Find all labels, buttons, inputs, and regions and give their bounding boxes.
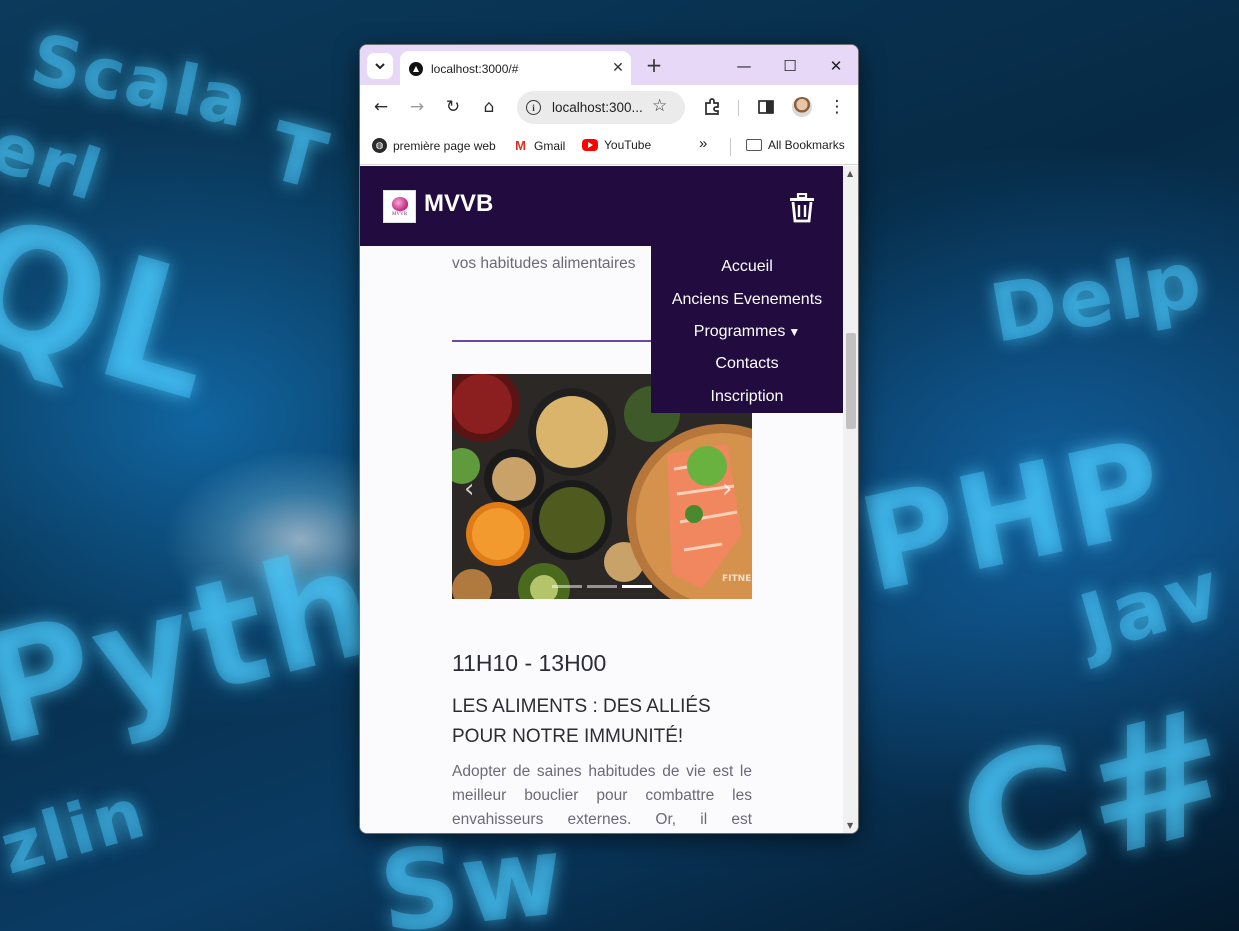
nav-dropdown: Accueil Anciens Evenements Programmes ▼ …	[651, 246, 843, 413]
youtube-icon	[582, 139, 598, 151]
side-panel-icon	[758, 100, 774, 114]
tab-title: localhost:3000/#	[431, 62, 519, 76]
bookmarks-separator	[730, 138, 731, 156]
wallpaper-word: C#	[940, 670, 1239, 928]
wallpaper-word: zlin	[0, 771, 156, 891]
tab-strip: localhost:3000/# ✕ + — ☐ ✕	[360, 45, 858, 85]
folder-icon	[746, 139, 762, 151]
logo-icon	[391, 196, 408, 211]
site-header: MVVB MVVB	[360, 166, 843, 246]
tab-close-icon[interactable]: ✕	[609, 59, 627, 77]
address-url[interactable]: localhost:300...	[552, 100, 643, 115]
home-button[interactable]: ⌂	[476, 94, 502, 120]
page-viewport: vos habitudes alimentaires ‹ › FITNE 11H…	[360, 166, 843, 833]
globe-icon: ◍	[372, 138, 387, 153]
carousel-indicator-1[interactable]	[552, 585, 582, 588]
reload-button[interactable]: ↻	[440, 94, 466, 120]
browser-menu-button[interactable]: ⋮	[824, 94, 850, 120]
wallpaper-word: Pyth	[0, 514, 393, 780]
event-description: Adopter de saines habitudes de vie est l…	[452, 763, 752, 828]
minimize-button[interactable]: —	[722, 51, 766, 81]
maximize-button[interactable]: ☐	[768, 51, 812, 81]
event-title: LES ALIMENTS : DES ALLIÉS POUR NOTRE IMM…	[452, 696, 711, 747]
bookmark-label: première page web	[393, 138, 496, 153]
close-window-button[interactable]: ✕	[814, 51, 858, 81]
toolbar-separator	[738, 100, 739, 116]
all-bookmarks-label: All Bookmarks	[768, 138, 845, 152]
nav-item-contacts[interactable]: Contacts	[715, 348, 778, 380]
bookmark-label: YouTube	[604, 138, 652, 152]
nav-item-inscription[interactable]: Inscription	[711, 381, 784, 413]
bookmarks-bar: ◍ première page web M Gmail YouTube » Al…	[360, 129, 858, 165]
chevron-down-icon	[375, 62, 385, 69]
nav-item-label: Programmes	[693, 323, 786, 341]
side-panel-button[interactable]	[753, 94, 779, 120]
bookmark-premiere-page[interactable]: ◍ première page web	[372, 138, 496, 153]
site-logo[interactable]: MVVB	[383, 190, 416, 223]
wallpaper-word: QL	[0, 178, 240, 440]
nav-item-programmes[interactable]: Programmes ▼	[694, 316, 800, 348]
trash-icon	[790, 192, 814, 223]
tab-search-button[interactable]	[367, 53, 393, 79]
bookmarks-overflow-button[interactable]: »	[699, 135, 707, 152]
logo-text: MVVB	[391, 211, 407, 217]
bookmark-star-icon[interactable]: ☆	[652, 96, 667, 116]
nav-item-anciens-evenements[interactable]: Anciens Evenements	[672, 283, 822, 315]
menu-toggle-button[interactable]	[788, 192, 816, 223]
wallpaper-word: Delp	[983, 232, 1210, 361]
favicon-icon	[409, 62, 423, 76]
nav-item-accueil[interactable]: Accueil	[721, 251, 773, 283]
back-button[interactable]: ←	[368, 94, 394, 120]
intro-text: vos habitudes alimentaires	[452, 255, 636, 272]
wallpaper-word: T	[258, 104, 338, 209]
carousel-prev-button[interactable]: ‹	[464, 474, 474, 504]
scrollbar-thumb[interactable]	[846, 333, 856, 429]
puzzle-icon	[705, 98, 719, 115]
scroll-down-icon[interactable]: ▼	[847, 821, 853, 830]
carousel-next-button[interactable]: ›	[722, 474, 732, 504]
profile-avatar[interactable]	[792, 97, 812, 117]
carousel-indicator-3[interactable]	[622, 585, 652, 588]
browser-window: localhost:3000/# ✕ + — ☐ ✕ ← → ↻ ⌂ i loc…	[359, 44, 859, 834]
site-info-icon[interactable]: i	[526, 100, 541, 115]
bookmark-gmail[interactable]: M Gmail	[513, 138, 565, 153]
event-time: 11H10 - 13H00	[452, 650, 607, 676]
extensions-button[interactable]	[699, 94, 725, 120]
all-bookmarks-button[interactable]: All Bookmarks	[746, 138, 845, 152]
image-watermark: FITNESS	[722, 574, 752, 584]
page-scrollbar[interactable]: ▲ ▼	[843, 166, 858, 833]
address-bar[interactable]: i localhost:300... ☆	[517, 91, 685, 124]
bookmark-youtube[interactable]: YouTube	[582, 138, 651, 152]
new-tab-button[interactable]: +	[642, 53, 666, 77]
gmail-icon: M	[515, 138, 526, 153]
caret-down-icon: ▼	[788, 325, 801, 340]
brand-name[interactable]: MVVB	[424, 190, 493, 218]
browser-toolbar: ← → ↻ ⌂ i localhost:300... ☆ ⋮	[360, 85, 858, 129]
bookmark-label: Gmail	[534, 138, 566, 153]
scroll-up-icon[interactable]: ▲	[847, 169, 853, 178]
forward-button[interactable]: →	[404, 94, 430, 120]
tab-localhost[interactable]: localhost:3000/# ✕	[400, 51, 631, 85]
carousel-indicator-2[interactable]	[587, 585, 617, 588]
